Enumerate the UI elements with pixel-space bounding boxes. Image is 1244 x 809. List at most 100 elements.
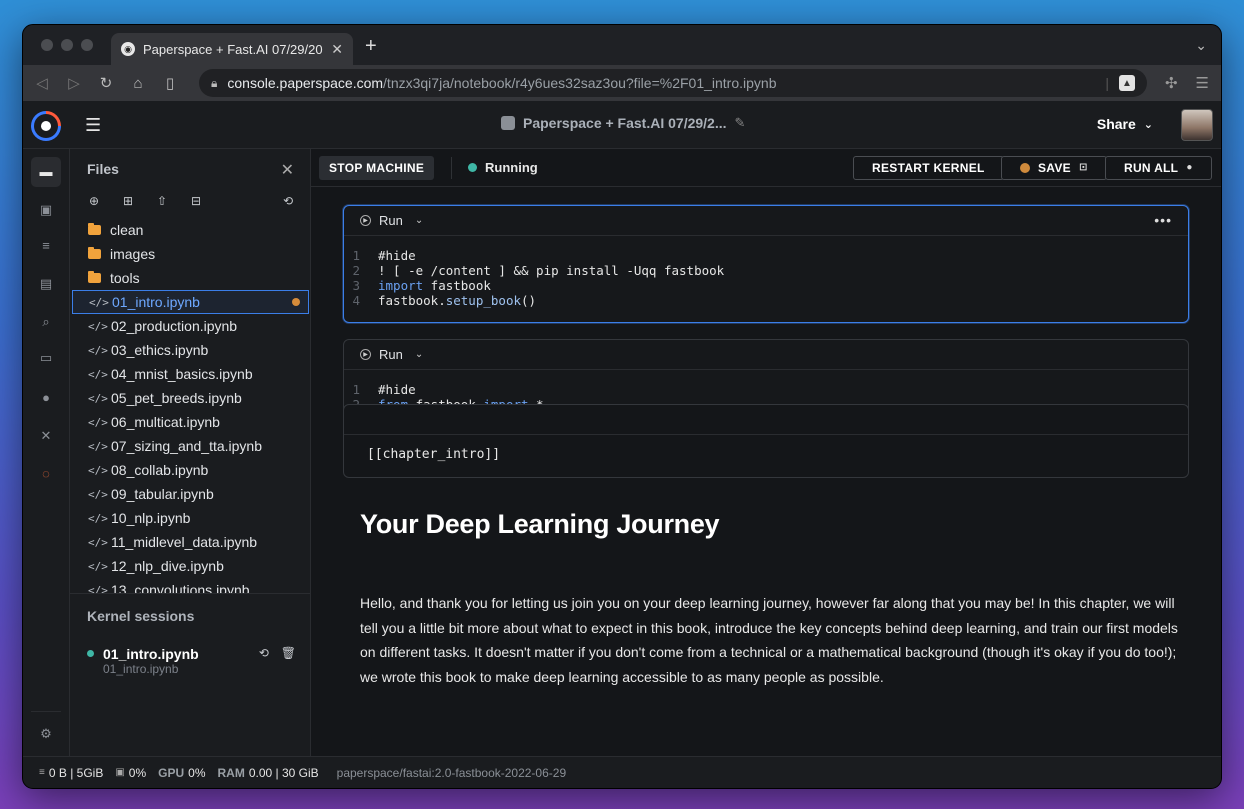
file-item[interactable]: </> 02_production.ipynb <box>72 314 309 338</box>
save-button[interactable]: SAVE ⊡ <box>1001 156 1107 180</box>
vscode-icon[interactable]: ✕ <box>37 427 55 445</box>
close-tab-icon[interactable]: ✕ <box>331 41 343 58</box>
code-file-icon: </> <box>89 295 109 309</box>
file-item[interactable]: </> 10_nlp.ipynb <box>72 506 309 530</box>
back-icon[interactable]: ◁ <box>35 74 49 92</box>
line-number: 2 <box>352 263 360 278</box>
settings-icon[interactable]: ⚙ <box>37 725 55 743</box>
more-options-icon[interactable]: ••• <box>1154 212 1172 228</box>
file-item[interactable]: </> 04_mnist_basics.ipynb <box>72 362 309 386</box>
refresh-icon[interactable]: ⟲ <box>283 194 293 208</box>
toolbar-divider <box>451 157 452 179</box>
code-cell-1[interactable]: ▶ Run ⌄ ••• 1 #hide 2 ! [ -e /content ] &&… <box>343 205 1189 323</box>
stop-machine-button[interactable]: STOP MACHINE <box>319 156 435 180</box>
browser-tab[interactable]: ◉ Paperspace + Fast.AI 07/29/2022 ✕ <box>111 33 353 65</box>
url-path: /tnzx3qi7ja/notebook/r4y6ues32saz3ou?fil… <box>383 75 777 91</box>
brave-shield-icon[interactable]: ▲ <box>1118 75 1135 91</box>
trash-icon[interactable]: 🗑︎ <box>281 646 296 660</box>
zoom-window-button[interactable] <box>81 39 93 51</box>
content-heading: Your Deep Learning Journey <box>360 509 720 539</box>
file-name: 08_collab.ipynb <box>111 462 209 478</box>
restart-kernel-icon[interactable]: ⟲ <box>259 646 269 660</box>
code-file-icon: </> <box>88 415 108 429</box>
new-tab-icon[interactable]: + <box>365 36 377 56</box>
files-heading: Files <box>87 161 119 177</box>
file-item[interactable]: </> 09_tabular.ipynb <box>72 482 309 506</box>
address-bar: ◁ ▷ ↻ ⌂ ▯ 🔒︎ console.paperspace.com/tnzx… <box>23 65 1221 101</box>
notebook-editor: STOP MACHINE Running RESTART KERNEL SAVE… <box>311 149 1221 756</box>
file-name: 13_convolutions.ipynb <box>111 582 250 593</box>
file-name: 07_sizing_and_tta.ipynb <box>111 438 263 454</box>
url-host: console.paperspace.com <box>227 75 384 91</box>
reload-icon[interactable]: ↻ <box>99 74 113 92</box>
new-file-icon[interactable]: ⊕ <box>88 194 100 208</box>
machine-status: Running <box>468 160 538 175</box>
close-window-button[interactable] <box>41 39 53 51</box>
run-all-button[interactable]: RUN ALL ● <box>1105 156 1212 180</box>
chevron-down-icon[interactable]: ⌄ <box>415 215 423 226</box>
browser-menu-icon[interactable]: ☰ <box>1196 74 1209 92</box>
run-cell-label[interactable]: Run <box>379 347 403 362</box>
file-name: 05_pet_breeds.ipynb <box>111 390 242 406</box>
tab-search-chevron-icon[interactable]: ⌄ <box>1195 37 1207 54</box>
edit-icon[interactable]: ✎ <box>735 115 746 131</box>
run-cell-icon[interactable]: ▶ <box>360 349 371 360</box>
file-item[interactable]: </> 08_collab.ipynb <box>72 458 309 482</box>
upload-folder-icon[interactable]: ⊟ <box>190 194 202 208</box>
file-item[interactable]: </> 07_sizing_and_tta.ipynb <box>72 434 309 458</box>
search-doc-icon[interactable]: ⌕ <box>37 313 55 331</box>
file-item[interactable]: </> 01_intro.ipynb <box>72 290 309 314</box>
url-field[interactable]: 🔒︎ console.paperspace.com/tnzx3qi7ja/not… <box>199 69 1147 97</box>
code-function: setup_book <box>445 293 521 308</box>
avatar[interactable] <box>1181 109 1213 141</box>
file-item[interactable]: </> 13_convolutions.ipynb <box>72 578 309 593</box>
file-item[interactable]: </> 06_multicat.ipynb <box>72 410 309 434</box>
storage-icon[interactable]: ≡ <box>37 237 55 255</box>
notebook-title[interactable]: Paperspace + Fast.AI 07/29/2... ✎ <box>501 115 745 131</box>
kernel-sessions: Kernel sessions 01_intro.ipynb 01_intro.… <box>70 593 310 676</box>
file-name: 11_midlevel_data.ipynb <box>111 534 258 550</box>
home-icon[interactable]: ⌂ <box>131 75 145 92</box>
code-editor[interactable]: 1 #hide 2 ! [ -e /content ] && pip install… <box>344 236 1188 320</box>
run-cell-label[interactable]: Run <box>379 213 403 228</box>
close-panel-icon[interactable]: ✕ <box>281 160 294 180</box>
file-item[interactable]: </> 03_ethics.ipynb <box>72 338 309 362</box>
markdown-cell[interactable]: [[chapter_intro]] <box>343 404 1189 478</box>
window-controls <box>41 39 93 51</box>
chevron-down-icon[interactable]: ⌄ <box>415 349 423 360</box>
new-folder-icon[interactable]: ⊞ <box>122 194 134 208</box>
file-tree: clean images tools </> 01_intro.ipynb </> 02_p… <box>72 218 309 593</box>
file-item[interactable]: </> 11_midlevel_data.ipynb <box>72 530 309 554</box>
restart-kernel-button[interactable]: RESTART KERNEL <box>853 156 1004 180</box>
extensions-icon[interactable]: ✣ <box>1165 74 1178 92</box>
minimize-window-button[interactable] <box>61 39 73 51</box>
clock-icon[interactable]: ● <box>37 389 55 407</box>
file-item[interactable]: </> 05_pet_breeds.ipynb <box>72 386 309 410</box>
files-icon[interactable]: ▬ <box>31 157 61 187</box>
share-button[interactable]: Share ⌄ <box>1097 116 1153 132</box>
kernel-session-file: 01_intro.ipynb <box>103 662 179 676</box>
terminal-icon[interactable]: ▭ <box>37 349 55 367</box>
file-name: images <box>110 246 156 262</box>
paperspace-logo[interactable] <box>31 111 61 141</box>
menu-icon[interactable]: ☰ <box>85 115 101 136</box>
kernel-session-item[interactable]: 01_intro.ipynb 01_intro.ipynb <box>87 646 199 676</box>
chip-icon[interactable]: ▣ <box>37 201 55 219</box>
upload-icon[interactable]: ⇧ <box>156 194 168 208</box>
run-cell-icon[interactable]: ▶ <box>360 215 371 226</box>
folder-item[interactable]: clean <box>72 218 309 242</box>
file-item[interactable]: </> 12_nlp_dive.ipynb <box>72 554 309 578</box>
folder-item[interactable]: images <box>72 242 309 266</box>
line-number: 3 <box>352 278 360 293</box>
metrics-icon[interactable]: ▤ <box>37 275 55 293</box>
file-name: 02_production.ipynb <box>111 318 238 334</box>
code-file-icon: </> <box>88 439 108 453</box>
gpu-label: GPU <box>158 765 185 780</box>
forward-icon[interactable]: ▷ <box>67 74 81 92</box>
bookmark-icon[interactable]: ▯ <box>163 74 177 92</box>
share-label: Share <box>1096 116 1136 132</box>
jupyter-icon[interactable]: ◌ <box>37 465 55 483</box>
folder-item[interactable]: tools <box>72 266 309 290</box>
cell-header: ▶ Run ⌄ <box>344 340 1188 370</box>
line-number: 4 <box>352 293 360 308</box>
